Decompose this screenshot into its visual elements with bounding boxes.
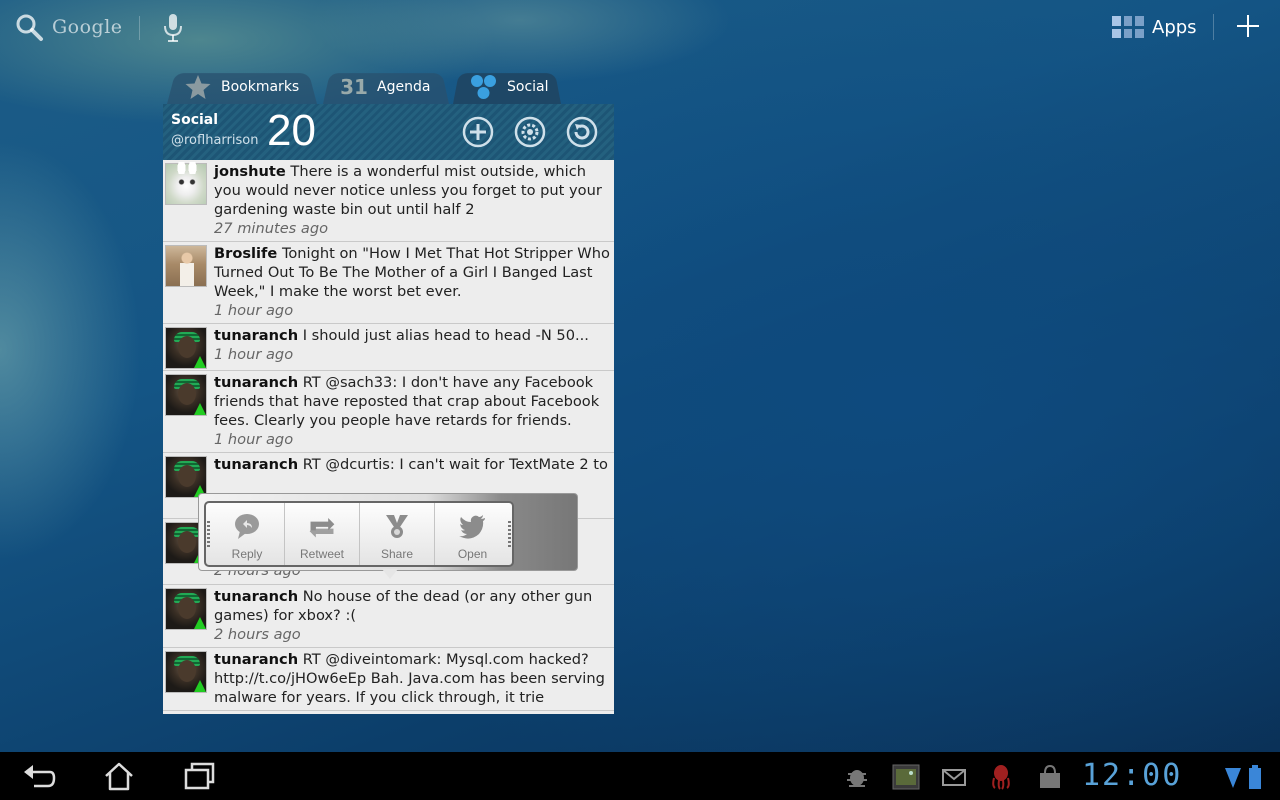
tweet-item[interactable]: Broslife Tonight on "How I Met That Hot …: [163, 242, 614, 324]
tweet-username: tunaranch: [214, 374, 299, 391]
share-button[interactable]: Share: [360, 503, 435, 565]
apps-button[interactable]: Apps: [1112, 12, 1197, 42]
tab-social[interactable]: Social: [453, 69, 561, 104]
clock[interactable]: 12:00: [1082, 758, 1182, 793]
tweet-username: tunaranch: [214, 588, 299, 605]
avatar: [165, 327, 207, 369]
tweet-time: 1 hour ago: [214, 431, 294, 448]
social-icon: [469, 72, 499, 102]
widget-title: Social: [171, 112, 219, 128]
avatar: [165, 162, 207, 205]
tweet-time: 1 hour ago: [214, 346, 294, 363]
tweet-item[interactable]: tunaranch I should just alias head to he…: [163, 324, 614, 371]
avatar: [165, 651, 207, 693]
search-icon: [16, 14, 43, 41]
refresh-icon[interactable]: [565, 115, 599, 149]
avatar: [165, 456, 207, 498]
widget-header: Social @roflharrison 20: [163, 104, 614, 160]
apps-grid-icon: [1112, 16, 1144, 38]
settings-gear-icon[interactable]: [513, 115, 547, 149]
star-icon: [183, 72, 213, 102]
twitter-bird-icon: [458, 515, 485, 539]
tweet-text: I should just alias head to head -N 50..…: [302, 327, 589, 344]
tweet-item[interactable]: tunaranch RT @sach33: I don't have any F…: [163, 371, 614, 453]
tweet-item[interactable]: jonshute There is a wonderful mist outsi…: [163, 160, 614, 242]
widget-tabs: Bookmarks 31 Agenda Social: [163, 66, 614, 104]
battery-icon: [1249, 765, 1261, 789]
tweet-item[interactable]: tunaranch RT @diveintomark: Mysql.com ha…: [163, 648, 614, 711]
apps-label: Apps: [1152, 16, 1197, 38]
reply-button[interactable]: Reply: [210, 503, 285, 565]
home-icon[interactable]: [102, 760, 136, 792]
open-button[interactable]: Open: [435, 503, 510, 565]
divider: [139, 16, 140, 40]
compose-icon[interactable]: [461, 115, 495, 149]
avatar: [165, 245, 207, 287]
divider: [1213, 14, 1214, 40]
gmail-icon[interactable]: [942, 764, 966, 790]
tab-label: Bookmarks: [221, 78, 300, 95]
tab-bookmarks[interactable]: Bookmarks: [167, 69, 317, 104]
tab-agenda[interactable]: 31 Agenda: [323, 69, 449, 104]
tweet-feed[interactable]: jonshute There is a wonderful mist outsi…: [163, 160, 614, 714]
tab-label: Agenda: [377, 78, 431, 95]
octopus-app-icon[interactable]: [990, 764, 1012, 790]
share-icon: [386, 515, 408, 538]
tweet-time: 27 minutes ago: [214, 220, 329, 237]
quick-action-popup: Reply Retweet Share Open: [198, 493, 578, 579]
tweet-username: tunaranch: [214, 651, 299, 668]
tweet-text: RT @dcurtis: I can't wait for TextMate 2…: [302, 456, 608, 473]
microphone-icon[interactable]: [162, 12, 184, 44]
tweet-username: jonshute: [214, 163, 286, 180]
avatar: [165, 374, 207, 416]
reply-icon: [235, 514, 259, 539]
popup-pointer: [382, 569, 398, 579]
quick-action-bar: Reply Retweet Share Open: [198, 493, 578, 571]
quick-action-buttons: Reply Retweet Share Open: [204, 501, 514, 567]
market-bag-icon[interactable]: [1038, 764, 1062, 790]
tab-label: Social: [507, 78, 549, 95]
tweet-item[interactable]: tunaranch No house of the dead (or any o…: [163, 585, 614, 648]
retweet-button[interactable]: Retweet: [285, 503, 360, 565]
recent-apps-icon[interactable]: [182, 760, 216, 792]
tweet-time: 2 hours ago: [214, 626, 301, 643]
google-search-widget[interactable]: Google: [14, 10, 123, 44]
social-widget: Bookmarks 31 Agenda Social Social @roflh…: [163, 66, 614, 714]
tweet-username: tunaranch: [214, 327, 299, 344]
reply-label: Reply: [231, 547, 263, 561]
back-icon[interactable]: [22, 760, 56, 792]
avatar: [165, 588, 207, 630]
retweet-icon: [309, 518, 335, 538]
unread-count: 20: [267, 106, 316, 155]
retweet-label: Retweet: [299, 547, 345, 561]
android-debug-icon[interactable]: [844, 764, 870, 790]
add-icon[interactable]: [1234, 12, 1262, 40]
share-label: Share: [380, 547, 414, 561]
calendar-icon: 31: [340, 74, 368, 99]
wifi-signal-icon: [1225, 768, 1241, 788]
tweet-username: Broslife: [214, 245, 278, 262]
google-label: Google: [52, 16, 123, 38]
tweet-username: tunaranch: [214, 456, 299, 473]
gallery-notification-icon[interactable]: [892, 764, 920, 790]
account-handle: @roflharrison: [171, 133, 259, 148]
tweet-time: 1 hour ago: [214, 302, 294, 319]
system-bar: 12:00: [0, 752, 1280, 800]
open-label: Open: [457, 547, 488, 561]
